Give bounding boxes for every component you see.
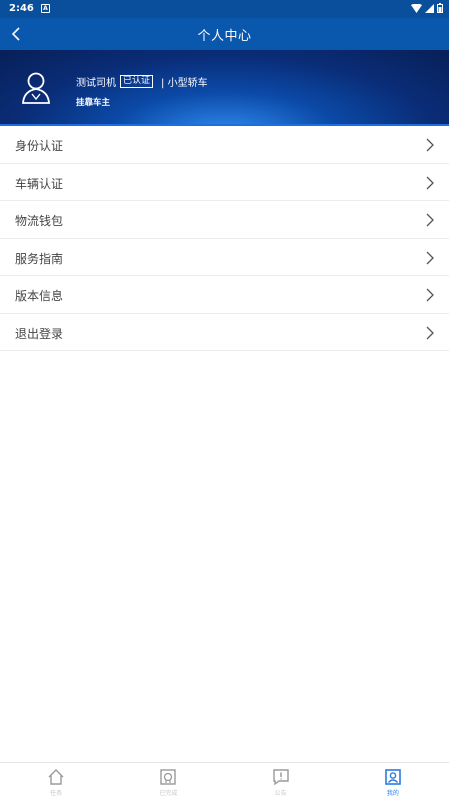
chevron-right-icon — [426, 138, 434, 152]
battery-icon — [437, 3, 443, 13]
profile-icon — [385, 769, 401, 785]
chevron-right-icon — [426, 251, 434, 264]
app-bar: 个人中心 — [0, 18, 449, 50]
menu-item-label: 物流钱包 — [15, 214, 64, 228]
menu-item-label: 版本信息 — [15, 289, 64, 303]
tab-label: 已完成 — [159, 790, 178, 797]
menu-item-wallet[interactable]: 物流钱包 — [0, 201, 449, 239]
avatar-icon — [22, 72, 50, 104]
menu-item-version[interactable]: 版本信息 — [0, 276, 449, 314]
menu-item-label: 退出登录 — [15, 326, 64, 341]
car-type: | 小型轿车 — [161, 78, 208, 89]
menu-item-identity[interactable]: 身份认证 — [0, 126, 449, 164]
driver-name: 测试司机 — [76, 78, 116, 89]
chevron-right-icon — [426, 213, 434, 227]
page-title: 个人中心 — [197, 29, 252, 44]
chevron-right-icon — [426, 288, 434, 302]
tab-label: 公告 — [274, 790, 287, 797]
signal-icon — [425, 3, 434, 13]
menu-item-logout[interactable]: 退出登录 — [0, 314, 449, 351]
home-icon — [48, 769, 64, 785]
chevron-right-icon — [426, 176, 434, 189]
menu-item-label: 身份认证 — [15, 139, 64, 153]
notification-icon: A — [41, 4, 50, 13]
tab-tasks[interactable]: 任务 — [0, 763, 112, 800]
driver-role: 挂靠车主 — [76, 98, 111, 108]
wifi-icon — [411, 3, 422, 13]
tab-completed[interactable]: 已完成 — [112, 763, 224, 800]
tab-announcements[interactable]: 公告 — [225, 763, 337, 800]
bottom-tab-bar: 任务 已完成 公告 我的 — [0, 762, 449, 800]
menu-item-guide[interactable]: 服务指南 — [0, 239, 449, 276]
tab-label: 任务 — [50, 790, 63, 797]
status-bar: 2:46 A — [0, 0, 449, 18]
profile-banner: 测试司机 已认证 | 小型轿车 挂靠车主 — [0, 50, 449, 126]
verified-badge: 已认证 — [120, 75, 154, 88]
status-indicators — [411, 3, 443, 13]
chevron-right-icon — [426, 326, 434, 339]
menu-item-label: 服务指南 — [15, 251, 64, 266]
announcement-icon — [272, 769, 289, 786]
tab-label: 我的 — [386, 790, 399, 797]
status-time: 2:46 — [9, 3, 34, 14]
menu-item-label: 车辆认证 — [15, 176, 64, 191]
tab-mine[interactable]: 我的 — [337, 763, 449, 800]
menu-item-vehicle[interactable]: 车辆认证 — [0, 164, 449, 201]
menu-list: 身份认证 车辆认证 物流钱包 服务指南 版本信息 退出登录 — [0, 126, 449, 351]
profile-name-row: 测试司机 已认证 | 小型轿车 — [76, 74, 208, 89]
completed-icon — [160, 769, 177, 785]
